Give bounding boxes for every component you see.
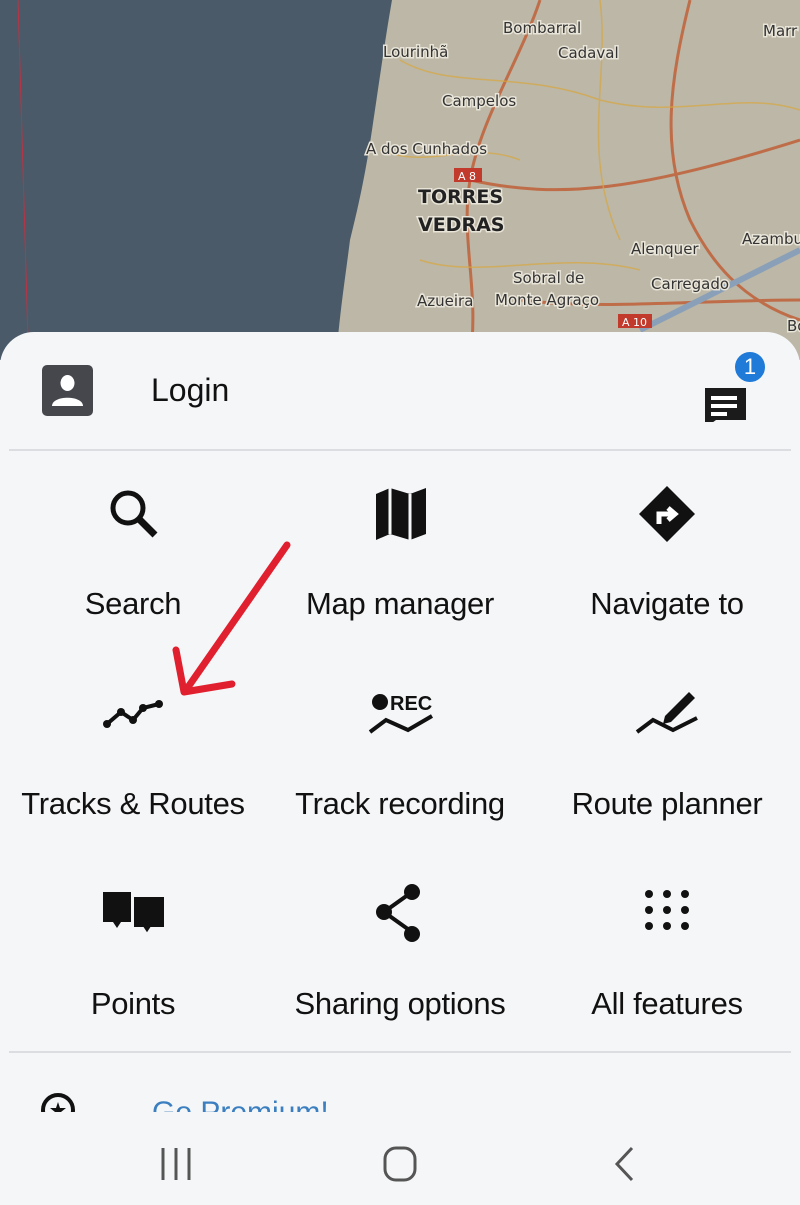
menu-item-map-manager[interactable]: Map manager bbox=[267, 462, 533, 662]
menu-item-route-planner[interactable]: Route planner bbox=[534, 662, 800, 862]
account-icon bbox=[42, 365, 93, 416]
grid-icon bbox=[645, 890, 689, 930]
menu-item-tracks-routes[interactable]: Tracks & Routes bbox=[0, 662, 266, 862]
premium-icon bbox=[40, 1092, 76, 1112]
map-view[interactable]: Bombarral Cadaval Lourinhã Campelos A do… bbox=[0, 0, 800, 360]
login-label: Login bbox=[151, 372, 230, 408]
menu-item-sharing-options[interactable]: Sharing options bbox=[267, 862, 533, 1062]
map-label: Azambu bbox=[742, 230, 800, 248]
map-label: Monte Agraço bbox=[495, 291, 599, 309]
map-label: Marr bbox=[763, 22, 798, 40]
map-label: Azueira bbox=[417, 292, 473, 310]
menu-item-track-recording[interactable]: REC Track recording bbox=[267, 662, 533, 862]
menu-item-label: Route planner bbox=[571, 786, 763, 821]
map-label: Campelos bbox=[442, 92, 516, 110]
map-label: Sobral de bbox=[513, 269, 584, 287]
system-nav-bar bbox=[0, 1112, 800, 1200]
menu-item-points[interactable]: Points bbox=[0, 862, 266, 1062]
menu-item-all-features[interactable]: All features bbox=[534, 862, 800, 1062]
menu-item-label: Search bbox=[84, 586, 182, 621]
menu-item-label: Track recording bbox=[295, 786, 505, 821]
recent-apps-button[interactable] bbox=[161, 1148, 191, 1180]
menu-item-search[interactable]: Search bbox=[0, 462, 266, 662]
map-label: Cadaval bbox=[558, 44, 619, 62]
map-icon bbox=[376, 488, 426, 540]
map-label: Alenquer bbox=[631, 240, 699, 258]
login-row[interactable]: Login bbox=[0, 332, 800, 450]
road-shield: A 8 bbox=[458, 170, 476, 183]
back-button[interactable] bbox=[614, 1146, 634, 1182]
menu-item-label: Points bbox=[90, 986, 176, 1021]
map-label: A dos Cunhados bbox=[366, 140, 487, 158]
map-label: Lourinhã bbox=[383, 43, 448, 61]
map-label: VEDRAS bbox=[418, 214, 504, 236]
record-icon: REC bbox=[368, 693, 434, 734]
points-icon bbox=[103, 892, 165, 936]
menu-item-label: Sharing options bbox=[294, 986, 506, 1021]
map-label: Bombarral bbox=[503, 19, 581, 37]
search-icon bbox=[110, 490, 158, 538]
home-button[interactable] bbox=[383, 1146, 417, 1182]
navigate-icon bbox=[639, 486, 695, 542]
tracks-icon bbox=[103, 700, 163, 728]
divider bbox=[9, 449, 791, 451]
notification-badge: 1 bbox=[733, 350, 767, 384]
main-menu-sheet: Login Search Map manager Navigate to Tra… bbox=[0, 332, 800, 1200]
divider bbox=[9, 1051, 791, 1053]
svg-text:REC: REC bbox=[390, 693, 432, 715]
menu-item-label: Tracks & Routes bbox=[21, 786, 245, 821]
road-shield: A 10 bbox=[622, 316, 647, 329]
share-icon bbox=[376, 884, 420, 942]
menu-item-label: All features bbox=[591, 986, 743, 1021]
map-label: Carregado bbox=[651, 275, 729, 293]
menu-item-label: Map manager bbox=[306, 586, 494, 621]
route-planner-icon bbox=[635, 692, 698, 734]
map-label: TORRES bbox=[418, 186, 503, 208]
menu-item-navigate-to[interactable]: Navigate to bbox=[534, 462, 800, 662]
menu-item-label: Navigate to bbox=[590, 586, 744, 621]
